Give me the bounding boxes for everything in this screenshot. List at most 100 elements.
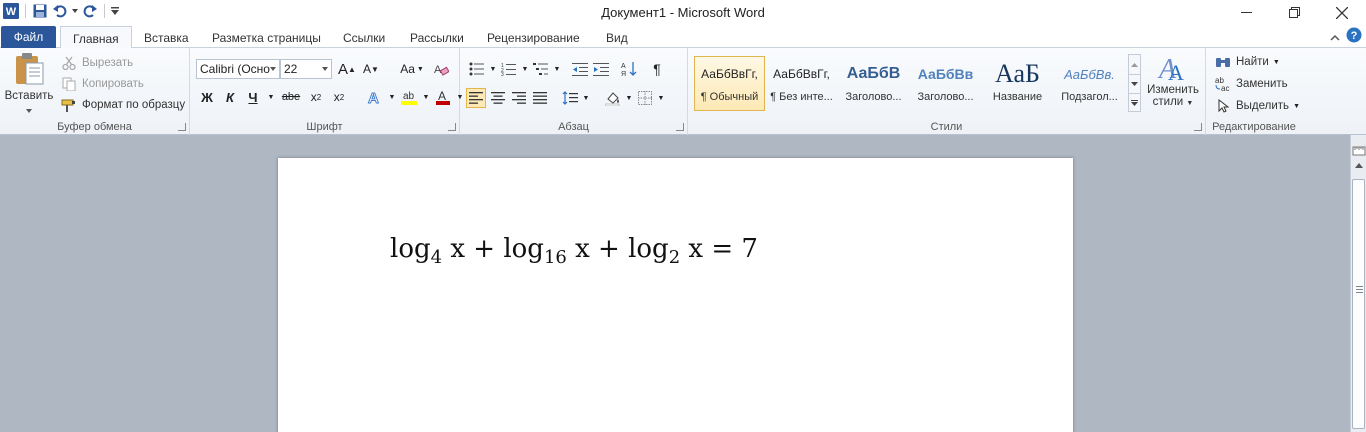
style-heading-1-name: Заголово... [845,91,902,103]
tab-review[interactable]: Рецензирование [485,26,582,49]
style-title[interactable]: АаБ Название [982,56,1053,111]
tab-file[interactable]: Файл [1,26,56,48]
cursor-arrow-icon [1214,97,1232,115]
change-styles-button[interactable]: AA Изменить стили ▼ [1144,52,1202,116]
vertical-scrollbar[interactable] [1350,135,1366,432]
sort-icon[interactable]: AЯ [620,60,638,78]
minimize-ribbon-icon[interactable] [1330,30,1340,44]
style-heading-2-sample: АаБбВв [917,66,974,82]
paste-button[interactable]: Вставить [4,52,54,116]
font-size-combo[interactable]: 22 [280,59,332,79]
tab-view[interactable]: Вид [604,26,630,49]
tab-insert[interactable]: Вставка [142,26,191,49]
clear-formatting-icon[interactable]: A [432,60,450,78]
numbering-dropdown-icon[interactable]: ▼ [521,60,529,78]
align-right-button[interactable] [510,89,528,107]
find-button[interactable]: Найти ▼ [1214,53,1280,71]
select-button[interactable]: Выделить ▼ [1214,97,1300,115]
numbering-icon[interactable]: 123 [500,60,518,78]
tab-home[interactable]: Главная [60,26,132,50]
line-spacing-dropdown-icon[interactable]: ▼ [582,89,590,107]
style-subtitle[interactable]: АаБбВв. Подзагол... [1054,56,1125,111]
copy-label: Копировать [82,78,144,90]
style-no-spacing-name: ¶ Без инте... [770,91,833,103]
copy-button[interactable]: Копировать [60,75,144,93]
equation[interactable]: log4 x + log16 x + log2 x = 7 [390,234,758,268]
shading-dropdown-icon[interactable]: ▼ [625,89,633,107]
paste-dropdown-icon [26,109,32,113]
superscript-icon[interactable]: x2 [330,88,348,106]
change-styles-icon: AA [1157,54,1184,84]
restore-button[interactable] [1270,0,1318,25]
ruler-toggle-icon[interactable] [1352,144,1366,158]
style-subtitle-name: Подзагол... [1061,91,1118,103]
equation-base-1: 4 [430,247,443,268]
styles-gallery-scroll[interactable] [1128,54,1141,112]
paragraph-group: ▼ 123 ▼ ▼ AЯ ¶ ▼ ▼ ▼ Абзац [460,48,688,135]
document-page[interactable]: log4 x + log16 x + log2 x = 7 [278,158,1073,432]
justify-button[interactable] [531,89,549,107]
font-color-icon[interactable]: A [434,88,452,106]
scroll-thumb[interactable] [1352,179,1365,429]
cut-button[interactable]: Вырезать [60,54,133,72]
close-button[interactable] [1318,0,1366,25]
replace-button[interactable]: ab ac Заменить [1214,75,1288,93]
style-normal-name: ¶ Обычный [700,91,759,103]
styles-scroll-down-icon[interactable] [1129,74,1140,93]
decrease-indent-icon[interactable] [571,60,589,78]
multilevel-dropdown-icon[interactable]: ▼ [553,60,561,78]
highlight-dropdown-icon[interactable]: ▼ [423,88,430,106]
show-formatting-marks-icon[interactable]: ¶ [648,60,666,78]
style-normal[interactable]: АаБбВвГг, ¶ Обычный [694,56,765,111]
svg-text:ab: ab [403,91,415,102]
style-no-spacing[interactable]: АаБбВвГг, ¶ Без инте... [766,56,837,111]
grow-font-icon[interactable]: A ▲ [338,60,356,78]
font-name-combo[interactable]: Calibri (Осно [196,59,280,79]
tab-page-layout[interactable]: Разметка страницы [210,26,323,49]
italic-button[interactable]: К [221,88,239,106]
clipboard-dialog-launcher[interactable] [178,123,186,131]
style-heading-1[interactable]: АаБбВ Заголово... [838,56,909,111]
text-effects-dropdown-icon[interactable]: ▼ [389,88,396,106]
format-painter-button[interactable]: Формат по образцу [60,96,185,114]
styles-scroll-up-icon[interactable] [1129,55,1140,74]
tab-mailings[interactable]: Рассылки [408,26,466,49]
multilevel-list-icon[interactable] [532,60,550,78]
replace-icon: ab ac [1214,75,1232,93]
subscript-icon[interactable]: x2 [307,88,325,106]
font-dialog-launcher[interactable] [448,123,456,131]
strikethrough-button[interactable]: abe [280,88,302,106]
font-size-value: 22 [284,62,298,76]
increase-indent-icon[interactable] [592,60,610,78]
line-spacing-icon[interactable] [561,89,579,107]
help-icon[interactable]: ? [1346,27,1362,46]
bullets-icon[interactable] [468,60,486,78]
borders-icon[interactable] [636,89,654,107]
tab-references[interactable]: Ссылки [341,26,387,49]
paste-label: Вставить [4,90,54,102]
equation-term-2: x + log [442,234,544,264]
styles-more-icon[interactable] [1129,93,1140,111]
paragraph-dialog-launcher[interactable] [676,123,684,131]
align-center-button[interactable] [489,89,507,107]
bullets-dropdown-icon[interactable]: ▼ [489,60,497,78]
underline-button[interactable]: Ч [244,88,262,106]
style-heading-2[interactable]: АаБбВв Заголово... [910,56,981,111]
styles-dialog-launcher[interactable] [1194,123,1202,131]
underline-dropdown-icon[interactable]: ▼ [267,88,275,106]
style-heading-2-name: Заголово... [917,91,974,103]
minimize-button[interactable] [1222,0,1270,25]
style-normal-sample: АаБбВвГг, [701,67,758,81]
highlight-icon[interactable]: ab [400,88,418,106]
scroll-up-icon[interactable] [1355,163,1363,168]
shrink-font-icon[interactable]: A ▼ [362,60,380,78]
align-left-button[interactable] [466,88,486,108]
styles-group-label: Стили [930,121,963,133]
shading-icon[interactable] [604,89,622,107]
borders-dropdown-icon[interactable]: ▼ [657,89,665,107]
change-styles-label-2: стили ▼ [1152,96,1194,108]
text-effects-icon[interactable]: A [366,88,384,106]
change-case-icon[interactable]: Aa ▼ [398,60,426,78]
style-heading-1-sample: АаБбВ [846,65,901,82]
bold-button[interactable]: Ж [198,88,216,106]
